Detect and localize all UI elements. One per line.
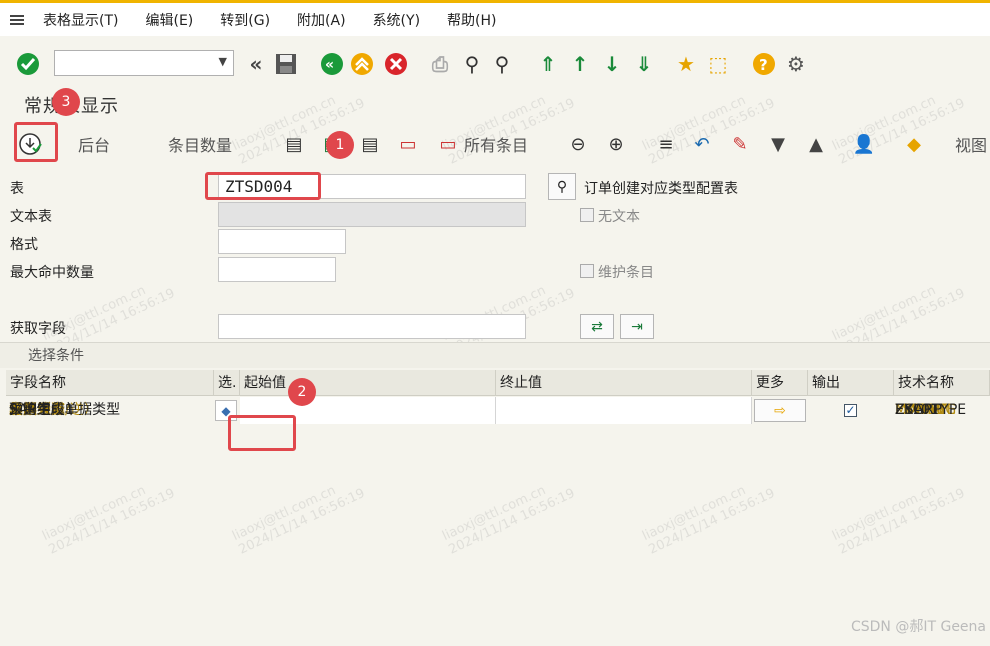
view-button[interactable]: 视图 xyxy=(955,122,987,166)
export-fields-button[interactable]: ⇥ xyxy=(620,314,654,339)
binoculars-icon: ⚲ xyxy=(556,178,568,195)
back-icon[interactable]: « xyxy=(320,52,344,76)
triangle-up-icon[interactable]: ▲ xyxy=(804,132,828,156)
step-badge-2: 2 xyxy=(288,378,316,406)
step-badge-3: 3 xyxy=(52,88,80,116)
cancel-icon[interactable] xyxy=(384,52,408,76)
triangle-down-icon[interactable]: ▼ xyxy=(766,132,790,156)
application-toolbar: 后台 条目数量 ▤ ▦ ▤ ▭ ▭ 所有条目 ⊖ ⊕ ≡ ↶ ✎ ▼ ▲ 👤 ◆… xyxy=(0,122,990,166)
arrow-right-icon: ⇨ xyxy=(774,402,786,419)
zoom-out-icon[interactable]: ⊖ xyxy=(566,132,590,156)
save-icon[interactable] xyxy=(274,52,298,76)
command-field[interactable]: ▼ xyxy=(54,50,234,76)
col-output: 输出 xyxy=(808,370,894,396)
step-badge-1: 1 xyxy=(326,131,354,159)
standard-toolbar: ▼ « « ⎙ ⚲ ⚲ ⇑ ↑ ↓ ⇓ ★ ⬚ ? ⚙ xyxy=(0,42,990,90)
tech-name: ZYL01 xyxy=(895,402,939,418)
create-session-icon[interactable]: ★ xyxy=(674,52,698,76)
watermark-text: CSDN @郝IT Geena xyxy=(850,619,986,635)
menu-edit[interactable]: 编辑(E) xyxy=(145,10,193,30)
import-fields-button[interactable]: ⇄ xyxy=(580,314,614,339)
export-icon: ⇥ xyxy=(631,318,643,335)
to-value-input[interactable] xyxy=(496,397,752,424)
print-icon[interactable]: ⎙ xyxy=(428,52,452,76)
zoom-in-icon[interactable]: ⊕ xyxy=(604,132,628,156)
find-next-icon[interactable]: ⚲ xyxy=(490,52,514,76)
chevron-down-icon[interactable]: ▼ xyxy=(219,55,227,68)
double-chevron-left-icon[interactable]: « xyxy=(244,52,268,76)
svg-text:«: « xyxy=(325,57,334,73)
no-text-checkbox[interactable] xyxy=(580,208,594,222)
selection-options-icon[interactable]: ▤ xyxy=(358,132,382,156)
user-icon[interactable]: 👤 xyxy=(852,132,876,156)
pen-icon[interactable]: ✎ xyxy=(728,132,752,156)
import-icon: ⇄ xyxy=(591,318,603,335)
max-hits-label: 最大命中数量 xyxy=(10,265,94,281)
settings-icon[interactable]: ⚙ xyxy=(784,52,808,76)
format-label: 格式 xyxy=(10,237,38,253)
callout-from-value xyxy=(228,415,296,451)
menu-help[interactable]: 帮助(H) xyxy=(447,10,496,30)
callout-execute xyxy=(14,122,58,162)
align-icon[interactable]: ≡ xyxy=(654,132,678,156)
col-sel: 选. xyxy=(214,370,240,396)
last-page-icon[interactable]: ⇓ xyxy=(632,52,656,76)
menu-table-display[interactable]: 表格显示(T) xyxy=(43,10,118,30)
first-page-icon[interactable]: ⇑ xyxy=(536,52,560,76)
col-to: 终止值 xyxy=(496,370,752,396)
help-icon[interactable]: ? xyxy=(752,52,776,76)
enter-icon[interactable] xyxy=(16,52,40,76)
col-tech-name: 技术名称 xyxy=(894,370,990,396)
menu-bar: 表格显示(T) 编辑(E) 转到(G) 附加(A) 系统(Y) 帮助(H) xyxy=(0,0,990,36)
col-from: 起始值 xyxy=(240,370,496,396)
table-label: 表 xyxy=(10,181,24,197)
menu-extras[interactable]: 附加(A) xyxy=(297,10,346,30)
all-entries-button[interactable]: 所有条目 xyxy=(464,122,528,166)
menu-goto[interactable]: 转到(G) xyxy=(220,10,270,30)
format-input[interactable] xyxy=(218,229,346,254)
multiple-selection-button[interactable]: ⇨ xyxy=(754,399,806,422)
table-description: 订单创建对应类型配置表 xyxy=(584,181,738,197)
entry-count-button[interactable]: 条目数量 xyxy=(168,122,232,166)
select-fields-icon[interactable]: ▤ xyxy=(282,132,306,156)
selection-criteria-header: 选择条件 xyxy=(0,342,990,368)
text-table-label: 文本表 xyxy=(10,209,52,225)
exit-icon[interactable] xyxy=(350,52,374,76)
maintain-entries-checkbox[interactable] xyxy=(580,264,594,278)
layout-icon[interactable]: ◆ xyxy=(902,132,926,156)
next-page-icon[interactable]: ↓ xyxy=(600,52,624,76)
col-field-name: 字段名称 xyxy=(6,370,214,396)
shortcut-icon[interactable]: ⬚ xyxy=(706,52,730,76)
background-button[interactable]: 后台 xyxy=(78,122,110,166)
callout-table-input xyxy=(205,172,321,200)
menu-icon[interactable] xyxy=(0,2,34,38)
col-more: 更多 xyxy=(752,370,808,396)
max-hits-input[interactable] xyxy=(218,257,336,282)
delete-selection-icon[interactable]: ▭ xyxy=(396,132,420,156)
fetch-fields-label: 获取字段 xyxy=(10,321,66,337)
menu-system[interactable]: 系统(Y) xyxy=(373,10,420,30)
maintain-entries-label: 维护条目 xyxy=(598,265,654,281)
previous-page-icon[interactable]: ↑ xyxy=(568,52,592,76)
field-name: 预留字段1 xyxy=(9,402,74,418)
binoculars-button[interactable]: ⚲ xyxy=(548,173,576,200)
no-text-label: 无文本 xyxy=(598,209,640,225)
text-table-input xyxy=(218,202,526,227)
svg-text:?: ? xyxy=(759,56,768,74)
fetch-fields-input[interactable] xyxy=(218,314,526,339)
output-checkbox[interactable]: ✓ xyxy=(844,404,857,417)
find-icon[interactable]: ⚲ xyxy=(460,52,484,76)
undo-icon[interactable]: ↶ xyxy=(690,132,714,156)
delete-all-icon[interactable]: ▭ xyxy=(436,132,460,156)
